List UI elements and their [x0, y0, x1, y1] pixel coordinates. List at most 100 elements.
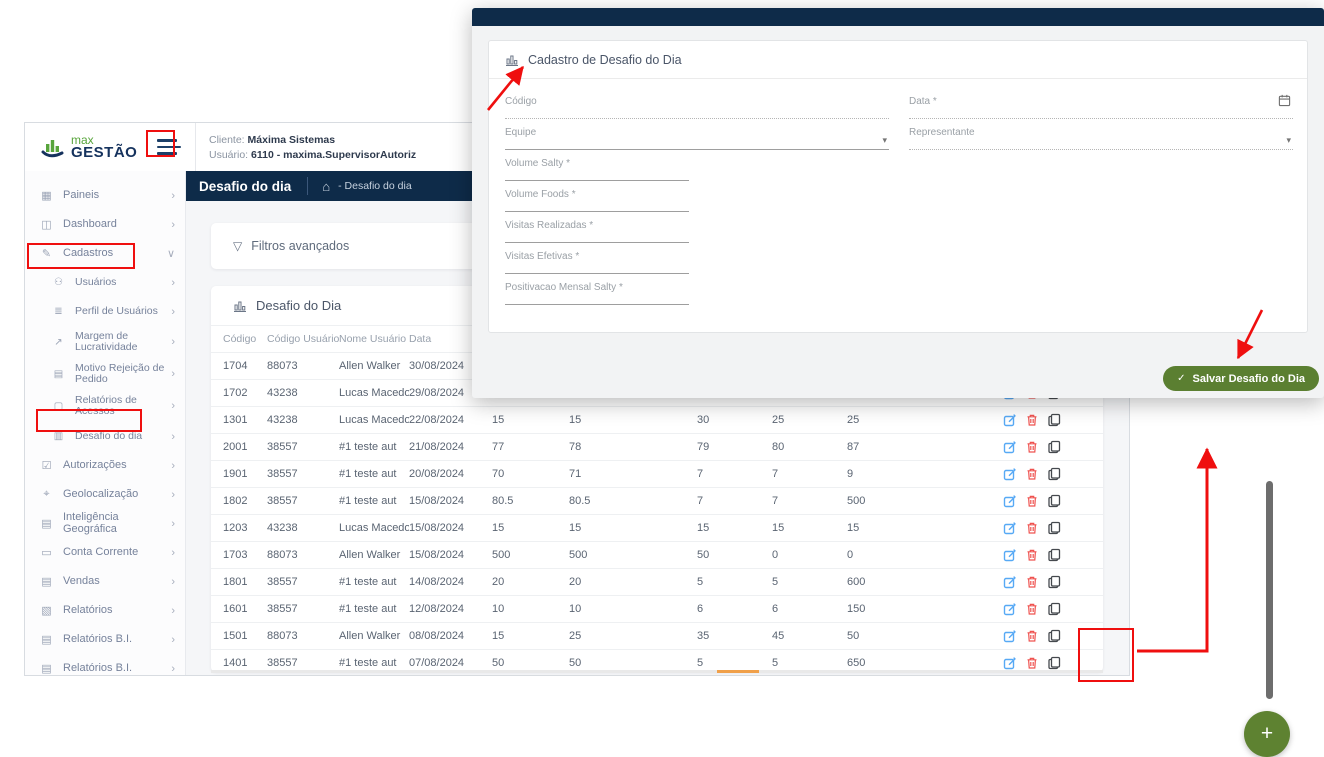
- chevron-icon: ›: [171, 277, 175, 289]
- bar-chart-icon: [505, 53, 519, 67]
- copy-icon[interactable]: [1047, 494, 1061, 508]
- sidebar-item[interactable]: ▤ Inteligência Geográfica ›: [25, 509, 185, 538]
- check-icon: ✓: [1177, 373, 1185, 384]
- filter-funnel-icon: ▽: [233, 239, 242, 253]
- sidebar-item[interactable]: ✎ Cadastros ∨: [25, 239, 185, 268]
- session-info: Cliente: Máxima Sistemas Usuário: 6110 -…: [195, 123, 416, 171]
- copy-icon[interactable]: [1047, 467, 1061, 481]
- delete-icon[interactable]: [1025, 494, 1039, 508]
- dashboard-icon: ◫: [39, 218, 54, 231]
- sidebar-item[interactable]: ▢ Relatórios deAcessos ›: [25, 390, 185, 422]
- copy-icon[interactable]: [1047, 575, 1061, 589]
- edit-icon[interactable]: [1003, 467, 1017, 481]
- table-row: 1802 38557 #1 teste aut 15/08/2024 80.5 …: [211, 488, 1103, 515]
- positivacao-mensal-salty-field[interactable]: Positivacao Mensal Salty *: [505, 279, 689, 305]
- delete-icon[interactable]: [1025, 413, 1039, 427]
- home-icon[interactable]: ⌂: [322, 179, 330, 194]
- copy-icon[interactable]: [1047, 440, 1061, 454]
- table-row: 1801 38557 #1 teste aut 14/08/2024 20 20…: [211, 569, 1103, 596]
- edit-icon[interactable]: [1003, 413, 1017, 427]
- delete-icon[interactable]: [1025, 521, 1039, 535]
- chevron-icon: ›: [171, 489, 175, 501]
- sidebar-item[interactable]: ≣ Perfil de Usuários ›: [25, 297, 185, 326]
- table-row: 1301 43238 Lucas Macedo da 22/08/2024 15…: [211, 407, 1103, 434]
- sidebar-item[interactable]: ▤ Relatórios B.I. ›: [25, 654, 185, 683]
- edit-icon[interactable]: [1003, 521, 1017, 535]
- chevron-icon: ›: [171, 190, 175, 202]
- cadastro-form-card: Cadastro de Desafio do Dia Código Data *…: [488, 40, 1308, 333]
- copy-icon[interactable]: [1047, 629, 1061, 643]
- horizontal-scrollbar-thumb[interactable]: [717, 670, 759, 673]
- chevron-icon: ›: [171, 576, 175, 588]
- edit-icon[interactable]: [1003, 629, 1017, 643]
- representante-select[interactable]: Representante ▾: [909, 124, 1293, 150]
- sidebar-item[interactable]: ⌖ Geolocalização ›: [25, 480, 185, 509]
- chevron-icon: ›: [171, 306, 175, 318]
- edit-icon[interactable]: [1003, 602, 1017, 616]
- chevron-icon: ›: [171, 400, 175, 412]
- client-line: Cliente: Máxima Sistemas: [209, 134, 416, 146]
- user-line: Usuário: 6110 - maxima.SupervisorAutoriz: [209, 149, 416, 161]
- copy-icon[interactable]: [1047, 521, 1061, 535]
- delete-icon[interactable]: [1025, 575, 1039, 589]
- table-row: 2001 38557 #1 teste aut 21/08/2024 77 78…: [211, 434, 1103, 461]
- copy-icon[interactable]: [1047, 548, 1061, 562]
- clipboard-icon: ▢: [51, 401, 66, 412]
- equipe-select[interactable]: Equipe ▾: [505, 124, 889, 150]
- edit-square-icon: ✎: [39, 247, 54, 260]
- edit-icon[interactable]: [1003, 548, 1017, 562]
- document-icon: ▤: [51, 369, 66, 380]
- sidebar-item[interactable]: ▭ Conta Corrente ›: [25, 538, 185, 567]
- breadcrumb: - Desafio do dia: [338, 180, 412, 192]
- delete-icon[interactable]: [1025, 656, 1039, 670]
- calendar-icon[interactable]: [1278, 94, 1291, 107]
- save-desafio-button[interactable]: ✓ Salvar Desafio do Dia: [1163, 366, 1319, 391]
- sidebar-item[interactable]: ▥ Desafio do dia ›: [25, 422, 185, 451]
- hamburger-menu-button[interactable]: [157, 136, 183, 158]
- sidebar-item[interactable]: ▤ Relatórios B.I. ›: [25, 625, 185, 654]
- edit-icon[interactable]: [1003, 440, 1017, 454]
- sidebar-item[interactable]: ▤ Motivo Rejeição dePedido ›: [25, 358, 185, 390]
- volume-foods-field[interactable]: Volume Foods *: [505, 186, 689, 212]
- chevron-icon: ›: [171, 336, 175, 348]
- copy-icon[interactable]: [1047, 602, 1061, 616]
- bar-chart-icon: ▥: [51, 431, 66, 442]
- delete-icon[interactable]: [1025, 440, 1039, 454]
- table-row: 1703 88073 Allen Walker 15/08/2024 500 5…: [211, 542, 1103, 569]
- delete-icon[interactable]: [1025, 629, 1039, 643]
- edit-icon[interactable]: [1003, 575, 1017, 589]
- codigo-field[interactable]: Código: [505, 93, 889, 119]
- delete-icon[interactable]: [1025, 548, 1039, 562]
- sidebar-item[interactable]: ↗ Margem deLucratividade ›: [25, 326, 185, 358]
- table-row: 1501 88073 Allen Walker 08/08/2024 15 25…: [211, 623, 1103, 650]
- horizontal-scrollbar[interactable]: [211, 670, 1103, 673]
- users-icon: ⚇: [51, 277, 66, 288]
- sidebar-item[interactable]: ▧ Relatórios ›: [25, 596, 185, 625]
- sidebar-item[interactable]: ☑ Autorizações ›: [25, 451, 185, 480]
- delete-icon[interactable]: [1025, 467, 1039, 481]
- visitas-efetivas-field[interactable]: Visitas Efetivas *: [505, 248, 689, 274]
- table-row: 1401 38557 #1 teste aut 07/08/2024 50 50…: [211, 650, 1103, 672]
- chevron-icon: ›: [171, 547, 175, 559]
- visitas-realizadas-field[interactable]: Visitas Realizadas *: [505, 217, 689, 243]
- sidebar-item[interactable]: ▦ Paineis ›: [25, 181, 185, 210]
- annotation-arrow-fab-to-modal: [1137, 449, 1207, 651]
- wallet-icon: ▭: [39, 546, 54, 559]
- volume-salty-field[interactable]: Volume Salty *: [505, 155, 689, 181]
- data-field[interactable]: Data *: [909, 93, 1293, 119]
- reports-icon: ▧: [39, 604, 54, 617]
- table-row: 1601 38557 #1 teste aut 12/08/2024 10 10…: [211, 596, 1103, 623]
- filters-label: Filtros avançados: [251, 239, 349, 253]
- chevron-icon: ›: [171, 518, 175, 530]
- copy-icon[interactable]: [1047, 656, 1061, 670]
- delete-icon[interactable]: [1025, 602, 1039, 616]
- logo-bars-icon: [41, 135, 65, 159]
- add-desafio-fab-button[interactable]: +: [1244, 711, 1290, 757]
- edit-icon[interactable]: [1003, 494, 1017, 508]
- sidebar-item[interactable]: ⚇ Usuários ›: [25, 268, 185, 297]
- sidebar-item[interactable]: ▤ Vendas ›: [25, 567, 185, 596]
- sidebar-item[interactable]: ◫ Dashboard ›: [25, 210, 185, 239]
- vertical-scrollbar-thumb[interactable]: [1266, 481, 1273, 699]
- copy-icon[interactable]: [1047, 413, 1061, 427]
- edit-icon[interactable]: [1003, 656, 1017, 670]
